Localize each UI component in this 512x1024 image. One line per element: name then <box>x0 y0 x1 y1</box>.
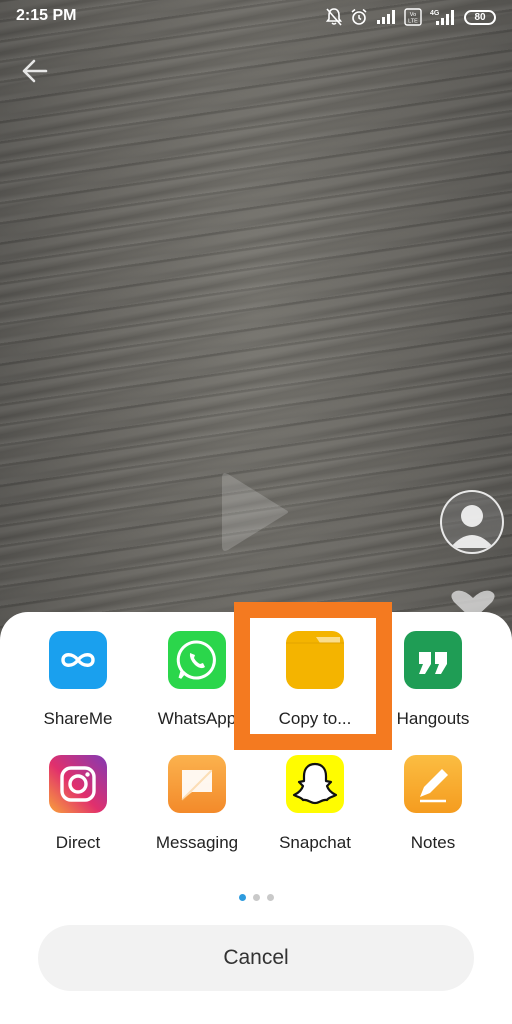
messaging-icon <box>168 755 226 813</box>
page-indicator <box>239 894 274 902</box>
snapchat-icon <box>286 755 344 813</box>
notes-icon <box>404 755 462 813</box>
page-dot-2 <box>253 894 260 901</box>
highlight-frame <box>234 602 392 750</box>
app-label: ShareMe <box>43 709 113 728</box>
back-arrow-icon[interactable] <box>20 56 50 86</box>
page-dot-1 <box>239 894 246 901</box>
svg-text:Vo: Vo <box>410 12 416 18</box>
share-app-notes[interactable]: Notes <box>374 755 492 865</box>
share-app-shareme[interactable]: ShareMe <box>19 631 137 741</box>
volte-icon: Vo LTE <box>404 8 422 26</box>
whatsapp-icon <box>168 631 226 689</box>
share-app-direct[interactable]: Direct <box>19 755 137 865</box>
shareme-icon <box>49 631 107 689</box>
svg-text:4G: 4G <box>430 10 440 17</box>
cancel-button[interactable]: Cancel <box>38 925 474 991</box>
app-label: Direct <box>55 833 101 852</box>
svg-text:LTE: LTE <box>408 19 418 25</box>
instagram-icon <box>49 755 107 813</box>
signal-icon <box>376 9 396 25</box>
app-label: Messaging <box>155 833 239 852</box>
alarm-icon <box>350 8 368 26</box>
mute-bell-icon <box>326 8 342 26</box>
battery-indicator: 80 <box>464 9 496 25</box>
app-label: Snapchat <box>279 833 351 852</box>
share-app-messaging[interactable]: Messaging <box>138 755 256 865</box>
share-app-snapchat[interactable]: Snapchat <box>256 755 374 865</box>
app-label: Notes <box>410 833 456 852</box>
page-dot-3 <box>267 894 274 901</box>
avatar[interactable] <box>440 490 504 554</box>
play-icon[interactable] <box>220 470 292 554</box>
status-time: 2:15 PM <box>16 7 77 24</box>
hangouts-icon <box>404 631 462 689</box>
status-icons: Vo LTE 4G 80 <box>326 7 496 27</box>
signal-4g-icon: 4G <box>430 8 456 26</box>
status-bar: 2:15 PM Vo LTE 4G 80 <box>0 0 512 34</box>
